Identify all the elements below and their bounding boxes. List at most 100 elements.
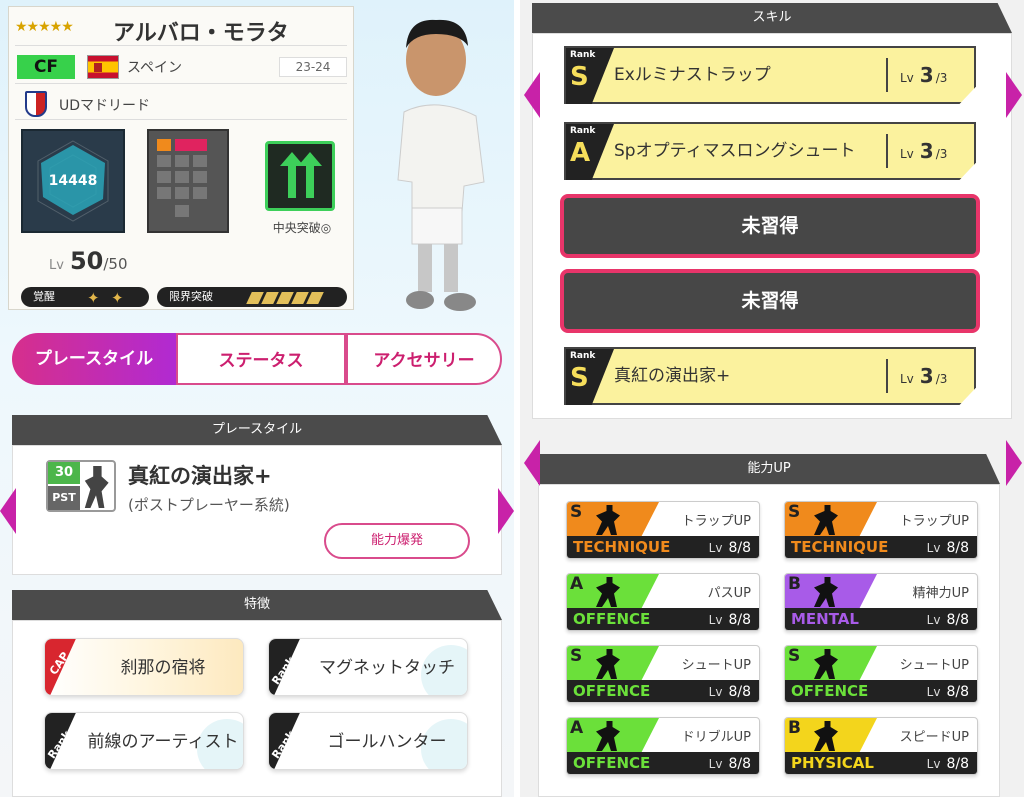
tab-bar: プレースタイル ステータス アクセサリー (12, 333, 502, 385)
skill-name: 真紅の演出家+ (614, 366, 731, 386)
player-name: アルバロ・モラタ (113, 21, 289, 46)
ability-grade: S (570, 646, 583, 666)
trait-card[interactable]: Rank S 前線のアーティスト (44, 712, 244, 770)
divider (15, 119, 347, 120)
formation-cell (175, 171, 189, 183)
ability-card[interactable]: A パスUP OFFENCE Lv 8/8 (566, 573, 760, 631)
rank-badge: Rank S (269, 713, 300, 769)
ability-card[interactable]: B スピードUP PHYSICAL Lv 8/8 (784, 717, 978, 775)
ability-card[interactable]: B 精神力UP MENTAL Lv 8/8 (784, 573, 978, 631)
formation-cell (175, 187, 189, 199)
country-name: スペイン (127, 60, 183, 76)
ability-card[interactable]: S シュートUP OFFENCE Lv 8/8 (566, 645, 760, 703)
divider (15, 45, 347, 46)
ability-name: 精神力UP (912, 586, 969, 601)
sparkle-icon: ✦ (87, 289, 100, 307)
ability-level: Lv 8/8 (708, 540, 751, 556)
locked-skill-slot[interactable]: 未習得 (560, 194, 980, 258)
rank-badge: Rank S (566, 349, 614, 405)
level-label: Lv (49, 258, 64, 273)
divider (15, 83, 347, 84)
tab-playstyle[interactable]: プレースタイル (12, 333, 176, 385)
tab-accessory[interactable]: アクセサリー (346, 333, 502, 385)
ability-name: シュートUP (681, 658, 751, 673)
club-name: UDマドリード (59, 98, 151, 114)
tactic-label: 中央突破◎ (272, 221, 332, 235)
limit-break-label: 限界突破 (169, 290, 213, 303)
ability-card[interactable]: A ドリブルUP OFFENCE Lv 8/8 (566, 717, 760, 775)
skills-header: スキル (532, 3, 1012, 33)
ability-grade: S (788, 502, 801, 522)
position-badge: CF (17, 55, 75, 79)
formation-cell (193, 171, 207, 183)
formation-cell (157, 139, 171, 151)
ability-category: TECHNIQUE (791, 538, 889, 556)
ability-level: Lv 8/8 (708, 684, 751, 700)
trait-label: ゴールハンター (327, 732, 447, 752)
skill-name: Spオプティマスロングシュート (614, 141, 856, 161)
ability-category: OFFENCE (573, 682, 651, 700)
awakening-label: 覚醒 (33, 290, 55, 303)
skill-card[interactable]: Rank A Spオプティマスロングシュート Lv 3/3 (564, 122, 976, 180)
ability-name: シュートUP (899, 658, 969, 673)
trait-card[interactable]: Rank S マグネットタッチ (268, 638, 468, 696)
level-max: /50 (103, 255, 128, 273)
spain-flag-icon (87, 55, 119, 79)
skill-card[interactable]: Rank S 真紅の演出家+ Lv 3/3 (564, 347, 976, 405)
ability-grade: S (788, 646, 801, 666)
cap-badge: CAP (45, 639, 76, 695)
rank-badge: Rank S (566, 48, 614, 104)
ability-level: Lv 8/8 (926, 684, 969, 700)
formation-cell (193, 187, 207, 199)
trait-card[interactable]: CAP 刹那の宿将 (44, 638, 244, 696)
ability-category: TECHNIQUE (573, 538, 671, 556)
rarity-stars: ★★★★★ (15, 19, 74, 35)
formation-cell (175, 205, 189, 217)
playstyle-abbr: PST (48, 486, 80, 510)
trait-label: 前線のアーティスト (87, 732, 239, 752)
ability-category: OFFENCE (791, 682, 869, 700)
awakening-bar: 覚醒 ✦ ✦ (21, 287, 149, 307)
ability-card[interactable]: S トラップUP TECHNIQUE Lv 8/8 (784, 501, 978, 559)
ability-name: トラップUP (899, 514, 969, 529)
ability-card[interactable]: S シュートUP OFFENCE Lv 8/8 (784, 645, 978, 703)
ability-level: Lv 8/8 (926, 612, 969, 628)
ability-name: パスUP (707, 586, 751, 601)
tactic-arrows-icon (265, 141, 335, 211)
ability-card[interactable]: S トラップUP TECHNIQUE Lv 8/8 (566, 501, 760, 559)
skill-name: Exルミナストラップ (614, 65, 771, 85)
player-avatar (397, 19, 485, 311)
rank-badge: Rank S (269, 639, 300, 695)
formation-cell (175, 155, 189, 167)
stat-radar[interactable]: 14448 (21, 129, 125, 233)
player-figure-icon (84, 466, 109, 508)
playstyle-level: 30 (48, 462, 80, 484)
ability-burst-button[interactable]: 能力爆発 (324, 523, 470, 559)
ability-category: OFFENCE (573, 610, 651, 628)
playstyle-icon: 30 PST (46, 460, 116, 512)
playstyle-subtitle: (ポストプレーヤー系統) (128, 496, 290, 514)
skill-level: Lv 3/3 (886, 58, 947, 92)
skill-card[interactable]: Rank S Exルミナストラップ Lv 3/3 (564, 46, 976, 104)
sparkle-icon: ✦ (111, 289, 124, 307)
skill-level: Lv 3/3 (886, 134, 947, 168)
ability-grade: B (788, 718, 801, 738)
tab-status[interactable]: ステータス (176, 333, 346, 385)
rank-badge: Rank A (566, 124, 614, 180)
ability-header: 能力UP (538, 454, 1000, 484)
limit-break-gauge (246, 291, 324, 311)
ability-grade: S (570, 502, 583, 522)
locked-skill-slot[interactable]: 未習得 (560, 269, 980, 333)
ability-grade: A (570, 718, 584, 738)
playstyle-name: 真紅の演出家+ (128, 464, 272, 488)
ability-level: Lv 8/8 (926, 540, 969, 556)
season-label: 23-24 (279, 57, 347, 77)
formation-cell (193, 155, 207, 167)
ability-level: Lv 8/8 (708, 612, 751, 628)
trait-card[interactable]: Rank S ゴールハンター (268, 712, 468, 770)
ability-name: ドリブルUP (681, 730, 751, 745)
formation-cell (157, 155, 171, 167)
overall-rating: 14448 (48, 173, 98, 189)
skill-level: Lv 3/3 (886, 359, 947, 393)
trait-label: 刹那の宿将 (120, 658, 206, 678)
